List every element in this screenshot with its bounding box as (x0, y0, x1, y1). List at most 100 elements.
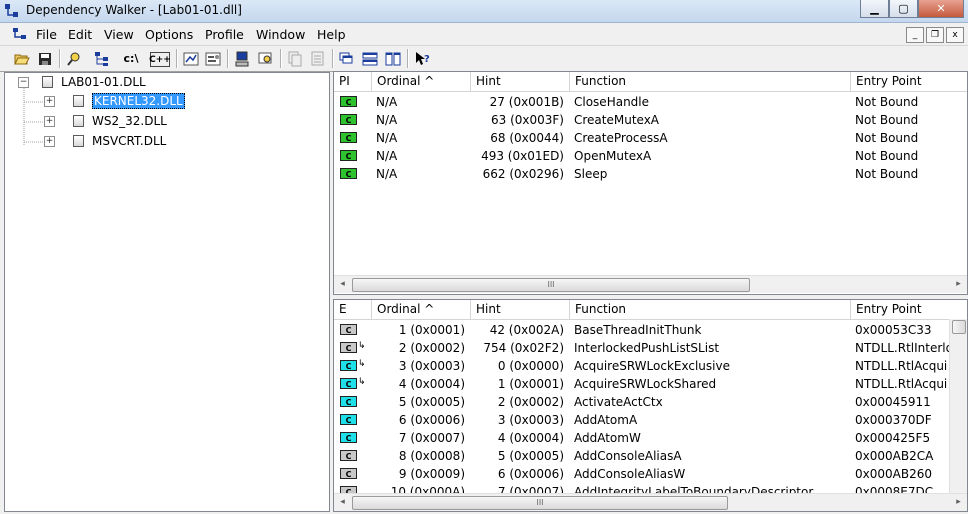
exports-pane[interactable]: E Ordinal ^ Hint Function Entry Point C 1… (333, 299, 968, 512)
title-bar: Dependency Walker - [Lab01-01.dll] ▁ ▢ ✕ (0, 0, 968, 23)
export-row[interactable]: C 8 (0x0008) 5 (0x0005) AddConsoleAliasA 0x0… (334, 447, 967, 465)
tree-node-root[interactable]: LAB01-01.DLL (42, 73, 146, 91)
entry-point-cell: 0x000370DF (855, 413, 932, 427)
import-row[interactable]: C N/A 27 (0x001B) CloseHandle Not Bound (334, 93, 967, 111)
export-row[interactable]: C 7 (0x0007) 4 (0x0004) AddAtomW 0x000425F5 (334, 429, 967, 447)
find-icon[interactable] (64, 49, 84, 68)
mdi-close-button[interactable]: x (946, 27, 964, 43)
import-status-icon: C (340, 150, 357, 161)
tree-node-ws2-32[interactable]: WS2_32.DLL (73, 112, 167, 130)
imports-pane[interactable]: PI Ordinal ^ Hint Function Entry Point C… (333, 71, 968, 295)
save-icon[interactable] (35, 49, 55, 68)
tree-expand-ws2-32[interactable]: + (44, 116, 55, 127)
tree-node-msvcrt[interactable]: MSVCRT.DLL (73, 132, 166, 150)
window-controls: ▁ ▢ ✕ (860, 0, 964, 18)
scroll-right-arrow[interactable]: ▸ (950, 276, 967, 293)
menu-options[interactable]: Options (145, 27, 193, 42)
col-entry-point-header[interactable]: Entry Point (851, 300, 967, 319)
ordinal-cell: 4 (0x0004) (398, 377, 465, 391)
hint-cell: 68 (0x0044) (490, 131, 564, 145)
col-hint-header[interactable]: Hint (471, 72, 570, 91)
copy-icon[interactable] (285, 49, 305, 68)
col-function-header[interactable]: Function (570, 300, 851, 319)
imports-horizontal-scrollbar[interactable]: ◂ III ▸ (334, 275, 967, 293)
import-status-icon: C (340, 168, 357, 179)
col-function-header[interactable]: Function (570, 72, 851, 91)
help-icon[interactable]: ? (412, 49, 432, 68)
exports-horizontal-scrollbar[interactable]: ◂ III ▸ (334, 493, 967, 511)
cascade-icon[interactable] (337, 49, 357, 68)
tile-horizontal-icon[interactable] (360, 49, 380, 68)
tree-expand-msvcrt[interactable]: + (44, 136, 55, 147)
import-row[interactable]: C N/A 63 (0x003F) CreateMutexA Not Bound (334, 111, 967, 129)
close-button[interactable]: ✕ (918, 0, 964, 18)
menu-edit[interactable]: Edit (68, 27, 92, 42)
col-entry-point-header[interactable]: Entry Point (851, 72, 967, 91)
mdi-minimize-button[interactable]: _ (906, 27, 924, 43)
function-cell: OpenMutexA (574, 149, 652, 163)
tree-node-label: LAB01-01.DLL (61, 75, 146, 89)
tree-icon[interactable] (92, 49, 112, 68)
scroll-thumb[interactable]: III (352, 496, 728, 510)
module-icon (73, 95, 84, 107)
col-e-header[interactable]: E (334, 300, 372, 319)
export-row[interactable]: C ↳ 4 (0x0004) 1 (0x0001) AcquireSRWLockShar… (334, 375, 967, 393)
menu-profile[interactable]: Profile (205, 27, 244, 42)
function-cell: AddAtomW (574, 431, 641, 445)
scroll-right-arrow[interactable]: ▸ (950, 494, 967, 511)
import-status-icon: C (340, 114, 357, 125)
toolbar-separator (176, 49, 178, 68)
tile-vertical-icon[interactable] (383, 49, 403, 68)
function-cell: Sleep (574, 167, 608, 181)
col-hint-header[interactable]: Hint (471, 300, 570, 319)
scroll-left-arrow[interactable]: ◂ (334, 494, 351, 511)
col-pi-header[interactable]: PI (334, 72, 372, 91)
menu-file[interactable]: File (36, 27, 57, 42)
function-cell: CreateProcessA (574, 131, 668, 145)
maximize-button[interactable]: ▢ (889, 0, 918, 18)
menu-help[interactable]: Help (317, 27, 346, 42)
scroll-thumb[interactable]: III (352, 278, 750, 292)
document-system-menu-icon[interactable] (12, 27, 28, 41)
import-row[interactable]: C N/A 68 (0x0044) CreateProcessA Not Bound (334, 129, 967, 147)
system-info-icon[interactable] (232, 49, 252, 68)
scroll-thumb[interactable] (952, 320, 966, 334)
tree-expand-kernel32[interactable]: + (44, 96, 55, 107)
import-row[interactable]: C N/A 662 (0x0296) Sleep Not Bound (334, 165, 967, 183)
toolbar-separator (59, 49, 61, 68)
menu-window[interactable]: Window (256, 27, 305, 42)
import-row[interactable]: C N/A 493 (0x01ED) OpenMutexA Not Bound (334, 147, 967, 165)
col-ordinal-header[interactable]: Ordinal ^ (372, 72, 471, 91)
export-row[interactable]: C ↳ 2 (0x0002) 754 (0x02F2) InterlockedPushL… (334, 339, 967, 357)
window-title: Dependency Walker - [Lab01-01.dll] (26, 3, 242, 17)
search-module-icon[interactable] (256, 49, 276, 68)
cpp-icon[interactable]: C++ (149, 52, 171, 67)
toolbar: c:\ C++ ? (0, 45, 968, 72)
export-row[interactable]: C 9 (0x0009) 6 (0x0006) AddConsoleAliasW 0x0… (334, 465, 967, 483)
module-tree[interactable]: − LAB01-01.DLL + KERNEL32.DLL + WS2_32.D… (4, 72, 330, 512)
hint-cell: 2 (0x0002) (497, 395, 564, 409)
tree-node-kernel32[interactable]: KERNEL32.DLL (73, 92, 185, 110)
tree-collapse-root[interactable]: − (18, 77, 29, 88)
import-status-icon: C (340, 132, 357, 143)
import-status-icon: C (340, 96, 357, 107)
export-row[interactable]: C 5 (0x0005) 2 (0x0002) ActivateActCtx 0x000… (334, 393, 967, 411)
forward-icon: ↳ (358, 377, 366, 387)
open-icon[interactable] (12, 49, 32, 68)
col-ordinal-header[interactable]: Ordinal ^ (372, 300, 471, 319)
ordinal-cell: 3 (0x0003) (398, 359, 465, 373)
menu-view[interactable]: View (104, 27, 134, 42)
mdi-restore-button[interactable]: ❐ (926, 27, 944, 43)
view-all-icon[interactable] (181, 49, 201, 68)
dependency-walker-app-icon[interactable] (4, 3, 20, 19)
c-path-icon[interactable]: c:\ (121, 49, 141, 68)
ordinal-cell: N/A (376, 167, 398, 181)
minimize-button[interactable]: ▁ (860, 0, 889, 18)
properties-icon[interactable] (203, 49, 223, 68)
export-row[interactable]: C 6 (0x0006) 3 (0x0003) AddAtomA 0x000370DF (334, 411, 967, 429)
auto-expand-icon[interactable] (308, 49, 328, 68)
export-row[interactable]: C ↳ 3 (0x0003) 0 (0x0000) AcquireSRWLockExcl… (334, 357, 967, 375)
scroll-left-arrow[interactable]: ◂ (334, 276, 351, 293)
export-row[interactable]: C 1 (0x0001) 42 (0x002A) BaseThreadInitThun… (334, 321, 967, 339)
exports-vertical-scrollbar[interactable] (949, 319, 967, 494)
